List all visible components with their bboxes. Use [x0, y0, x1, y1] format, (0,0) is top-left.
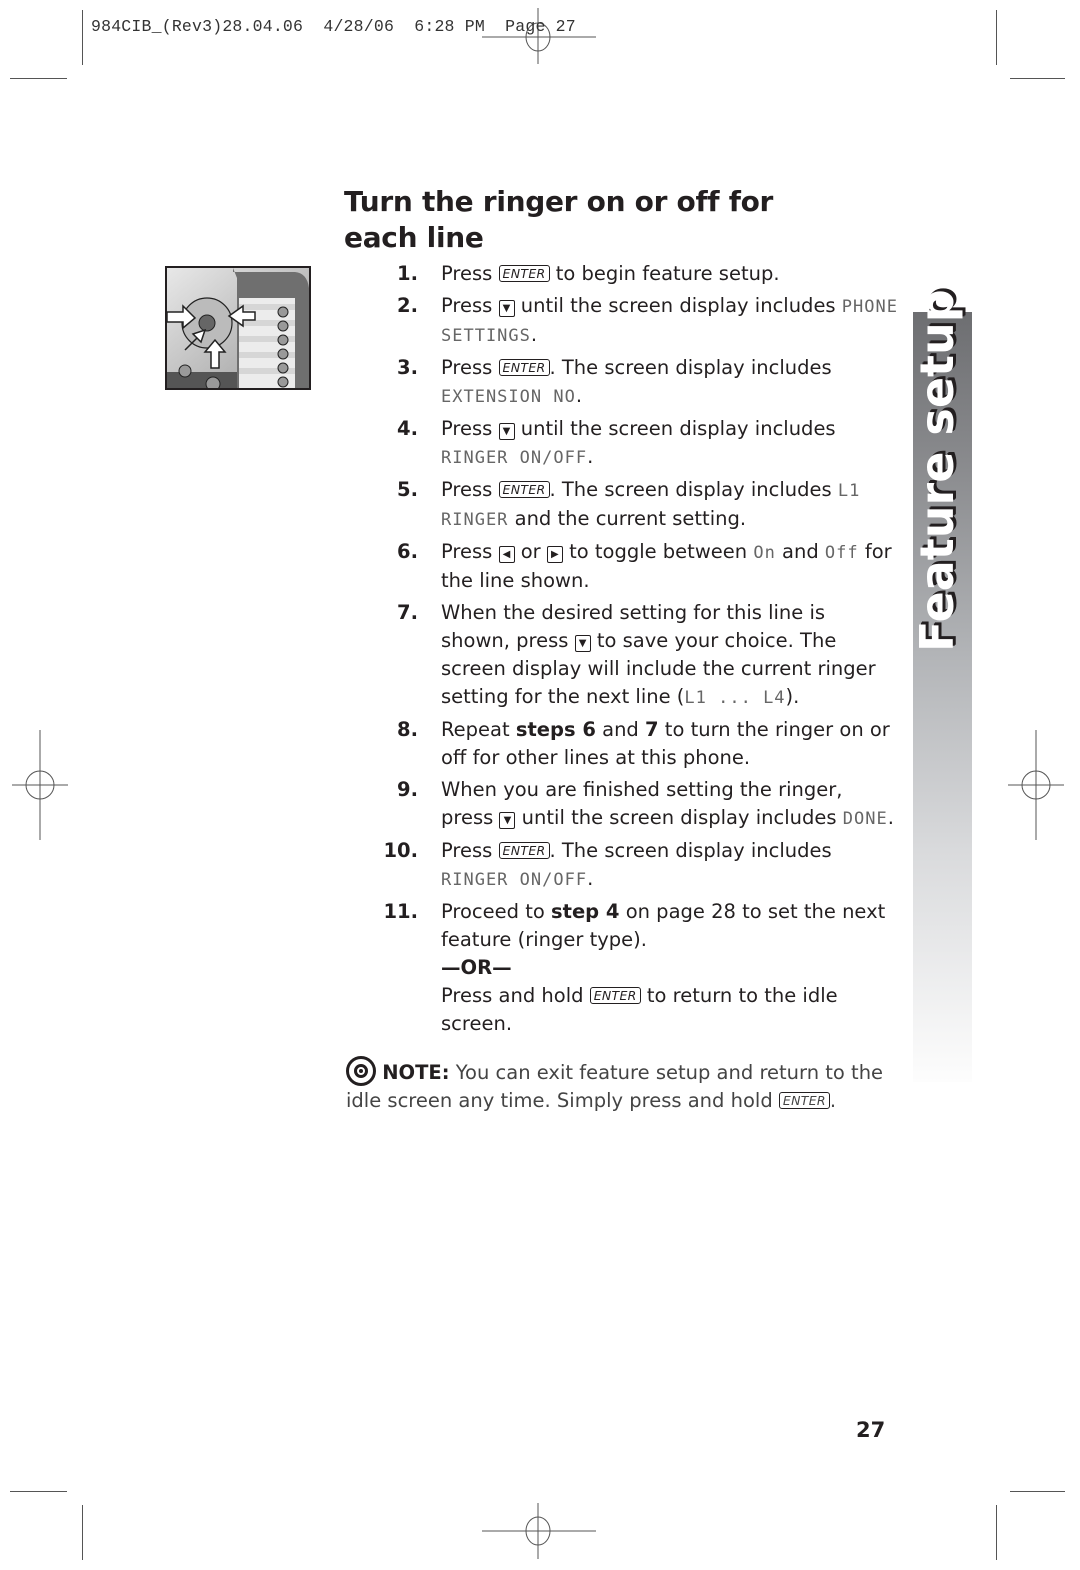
step-text: .: [587, 445, 594, 468]
step-item: 5. Press ENTER. The screen display includ…: [380, 476, 900, 534]
step-number: 1.: [397, 262, 418, 285]
step-text: . The screen display includes: [549, 356, 832, 379]
lcd-display-text: EXTENSION NO: [441, 387, 576, 407]
step-item: 8. Repeat steps 6 and 7 to turn the ringe…: [380, 716, 900, 772]
step-text: and the current setting.: [508, 507, 747, 530]
lcd-display-text: DONE: [842, 809, 888, 829]
note-target-icon: [346, 1056, 376, 1086]
lcd-display-text: L1 ... L4: [684, 688, 786, 708]
step-text: . The screen display includes: [549, 839, 832, 862]
step-text: Repeat: [441, 718, 516, 741]
lcd-display-text: RINGER ON/OFF: [441, 448, 588, 468]
print-slug: 984CIB_(Rev3)28.04.06 4/28/06 6:28 PM Pa…: [91, 17, 576, 36]
step-number: 10.: [383, 839, 418, 862]
step-text: .: [587, 867, 594, 890]
step-text: ).: [785, 685, 800, 708]
section-tab-label: Feature setup: [910, 289, 964, 652]
step-number: 6.: [397, 540, 418, 563]
step-number: 4.: [397, 417, 418, 440]
page-title: Turn the ringer on or off for each line: [344, 184, 773, 256]
step-text: Press: [441, 839, 499, 862]
instruction-steps: 1. Press ENTER to begin feature setup. 2. P…: [380, 260, 900, 1042]
crop-mark: [10, 1491, 67, 1492]
step-text: .: [530, 323, 538, 346]
phone-keypad-illustration: [165, 266, 311, 390]
step-item: 2. Press ▼ until the screen display inclu…: [380, 292, 900, 350]
registration-mark-bottom: [482, 1503, 596, 1559]
step-number: 7.: [397, 601, 418, 624]
step-number: 8.: [397, 718, 418, 741]
note: NOTE: You can exit feature setup and ret…: [346, 1056, 886, 1115]
down-arrow-key-icon: ▼: [498, 423, 515, 440]
enter-key-icon: ENTER: [498, 265, 550, 282]
step-item: 11. Proceed to step 4 on page 28 to set t…: [380, 898, 900, 1038]
crop-mark: [1010, 78, 1065, 79]
enter-key-icon: ENTER: [498, 842, 550, 859]
enter-key-icon: ENTER: [498, 359, 550, 376]
step-text: Press and hold: [441, 984, 590, 1007]
lcd-display-text: Off: [824, 543, 859, 563]
section-tab: Feature setup: [910, 289, 972, 1082]
step-text: to toggle between: [562, 540, 754, 563]
step-item: 1. Press ENTER to begin feature setup.: [380, 260, 900, 288]
note-label: NOTE:: [382, 1061, 450, 1084]
step-item: 6. Press ◀ or ▶ to toggle between On and …: [380, 538, 900, 595]
step-text: . The screen display includes: [549, 478, 838, 501]
step-item: 9. When you are finished setting the ring…: [380, 776, 900, 833]
crop-mark: [82, 1505, 83, 1560]
page-title-line-2: each line: [344, 221, 484, 254]
step-text: until the screen display includes: [515, 806, 843, 829]
step-item: 3. Press ENTER. The screen display includ…: [380, 354, 900, 411]
bold-text: steps 6: [515, 718, 596, 741]
step-item: 7. When the desired setting for this line…: [380, 599, 900, 712]
bold-text: step 4: [551, 900, 620, 923]
crop-mark: [996, 10, 997, 65]
down-arrow-key-icon: ▼: [499, 812, 516, 829]
registration-mark-left: [12, 730, 68, 840]
step-text: Proceed to: [441, 900, 552, 923]
step-number: 3.: [397, 356, 418, 379]
step-text: Press: [441, 294, 499, 317]
crop-mark: [996, 1505, 997, 1560]
lcd-display-text: On: [753, 543, 776, 563]
step-number: 9.: [397, 778, 418, 801]
step-item: 10. Press ENTER. The screen display inclu…: [380, 837, 900, 894]
step-text: Press: [441, 262, 499, 285]
keypad-drawing: [167, 268, 309, 388]
note-text-end: .: [829, 1089, 837, 1112]
page-title-line-1: Turn the ringer on or off for: [344, 185, 774, 218]
lcd-display-text: RINGER ON/OFF: [441, 870, 588, 890]
left-arrow-key-icon: ◀: [498, 546, 515, 563]
step-text: until the screen display includes: [514, 417, 836, 440]
step-text: Press: [441, 478, 499, 501]
down-arrow-key-icon: ▼: [574, 635, 591, 652]
enter-key-icon: ENTER: [498, 481, 550, 498]
page-number: 27: [856, 1418, 886, 1442]
step-text: .: [887, 806, 894, 829]
registration-mark-right: [1008, 730, 1064, 840]
crop-mark: [1010, 1491, 1065, 1492]
enter-key-icon: ENTER: [589, 987, 641, 1004]
step-text: Press: [441, 356, 499, 379]
step-text: .: [575, 384, 583, 407]
right-arrow-key-icon: ▶: [546, 546, 563, 563]
bold-text: —OR—: [441, 956, 512, 979]
bold-text: 7: [645, 718, 659, 741]
down-arrow-key-icon: ▼: [498, 300, 515, 317]
step-text: to begin feature setup.: [549, 262, 780, 285]
step-number: 5.: [397, 478, 418, 501]
crop-mark: [10, 78, 67, 79]
enter-key-icon: ENTER: [778, 1092, 830, 1109]
step-text: and: [775, 540, 825, 563]
step-item: 4. Press ▼ until the screen display inclu…: [380, 415, 900, 472]
step-text: or: [514, 540, 547, 563]
step-text: until the screen display includes: [514, 294, 842, 317]
step-number: 2.: [397, 294, 418, 317]
step-number: 11.: [383, 900, 418, 923]
step-text: Press: [441, 417, 499, 440]
crop-mark: [82, 10, 83, 65]
step-text: and: [595, 718, 646, 741]
step-text: Press: [441, 540, 499, 563]
